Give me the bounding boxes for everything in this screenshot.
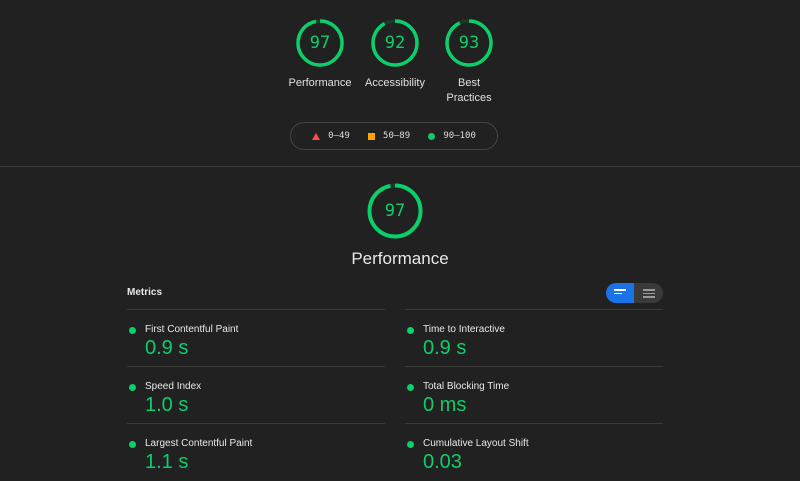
section-divider	[0, 166, 800, 167]
metric-name: First Contentful Paint	[145, 324, 239, 335]
compact-list-icon	[614, 289, 626, 296]
metric-total-blocking-time: Total Blocking Time 0 ms	[405, 366, 663, 422]
gauge-label: Accessibility	[365, 77, 425, 89]
metric-value: 0.9 s	[145, 337, 189, 359]
metric-divider	[405, 423, 663, 424]
metric-name: Cumulative Layout Shift	[423, 438, 529, 449]
pass-circle-icon	[129, 441, 136, 448]
legend-fail-range: 0–49	[328, 131, 350, 141]
legend-average: 50–89	[368, 131, 410, 141]
metric-value: 1.0 s	[145, 394, 189, 416]
metric-name: Total Blocking Time	[423, 381, 510, 392]
gauge-label: Performance	[288, 77, 352, 89]
gauge-accessibility[interactable]: 92 Accessibility	[355, 18, 435, 91]
circle-icon	[428, 132, 436, 140]
metric-first-contentful-paint: First Contentful Paint 0.9 s	[127, 309, 385, 365]
metric-largest-contentful-paint: Largest Contentful Paint 1.1 s	[127, 423, 385, 479]
square-icon	[368, 132, 376, 140]
metric-value: 0.03	[423, 451, 462, 473]
metric-speed-index: Speed Index 1.0 s	[127, 366, 385, 422]
legend-pass-range: 90–100	[443, 131, 476, 141]
metric-name: Time to Interactive	[423, 324, 505, 335]
metric-name: Largest Contentful Paint	[145, 438, 253, 449]
metrics-header: Metrics	[127, 287, 163, 298]
gauge-score: 92	[384, 33, 406, 53]
metric-divider	[405, 309, 663, 310]
expanded-list-icon	[643, 289, 655, 300]
legend-average-range: 50–89	[383, 131, 411, 141]
metric-divider	[127, 423, 385, 424]
metric-name: Speed Index	[145, 381, 202, 392]
compact-view-button[interactable]	[606, 283, 634, 303]
metric-value: 1.1 s	[145, 451, 189, 473]
metric-divider	[127, 309, 385, 310]
expanded-view-button[interactable]	[635, 283, 663, 303]
gauge-score: 97	[309, 33, 331, 53]
legend-pass: 90–100	[428, 131, 476, 141]
gauge-performance[interactable]: 97 Performance	[280, 18, 360, 91]
pass-circle-icon	[407, 327, 414, 334]
metrics-view-toggle	[606, 283, 663, 303]
metric-divider	[405, 366, 663, 367]
legend-fail: 0–49	[312, 131, 350, 141]
metric-value: 0.9 s	[423, 337, 467, 359]
main-score: 97	[384, 201, 406, 221]
metric-time-to-interactive: Time to Interactive 0.9 s	[405, 309, 663, 365]
score-legend: 0–49 50–89 90–100	[290, 122, 498, 150]
pass-circle-icon	[407, 441, 414, 448]
pass-circle-icon	[129, 327, 136, 334]
main-performance-gauge: 97	[366, 182, 424, 240]
gauge-best-practices[interactable]: 93 Best Practices	[429, 18, 509, 106]
metric-cumulative-layout-shift: Cumulative Layout Shift 0.03	[405, 423, 663, 479]
gauge-score: 93	[458, 33, 480, 53]
summary-gauges: 97 Performance 92 Accessibility 93 Best …	[0, 18, 800, 118]
pass-circle-icon	[129, 384, 136, 391]
metric-divider	[127, 366, 385, 367]
category-title: Performance	[351, 249, 449, 268]
metric-value: 0 ms	[423, 394, 467, 416]
gauge-label: Best Practices	[446, 77, 492, 104]
triangle-icon	[312, 132, 321, 140]
pass-circle-icon	[407, 384, 414, 391]
